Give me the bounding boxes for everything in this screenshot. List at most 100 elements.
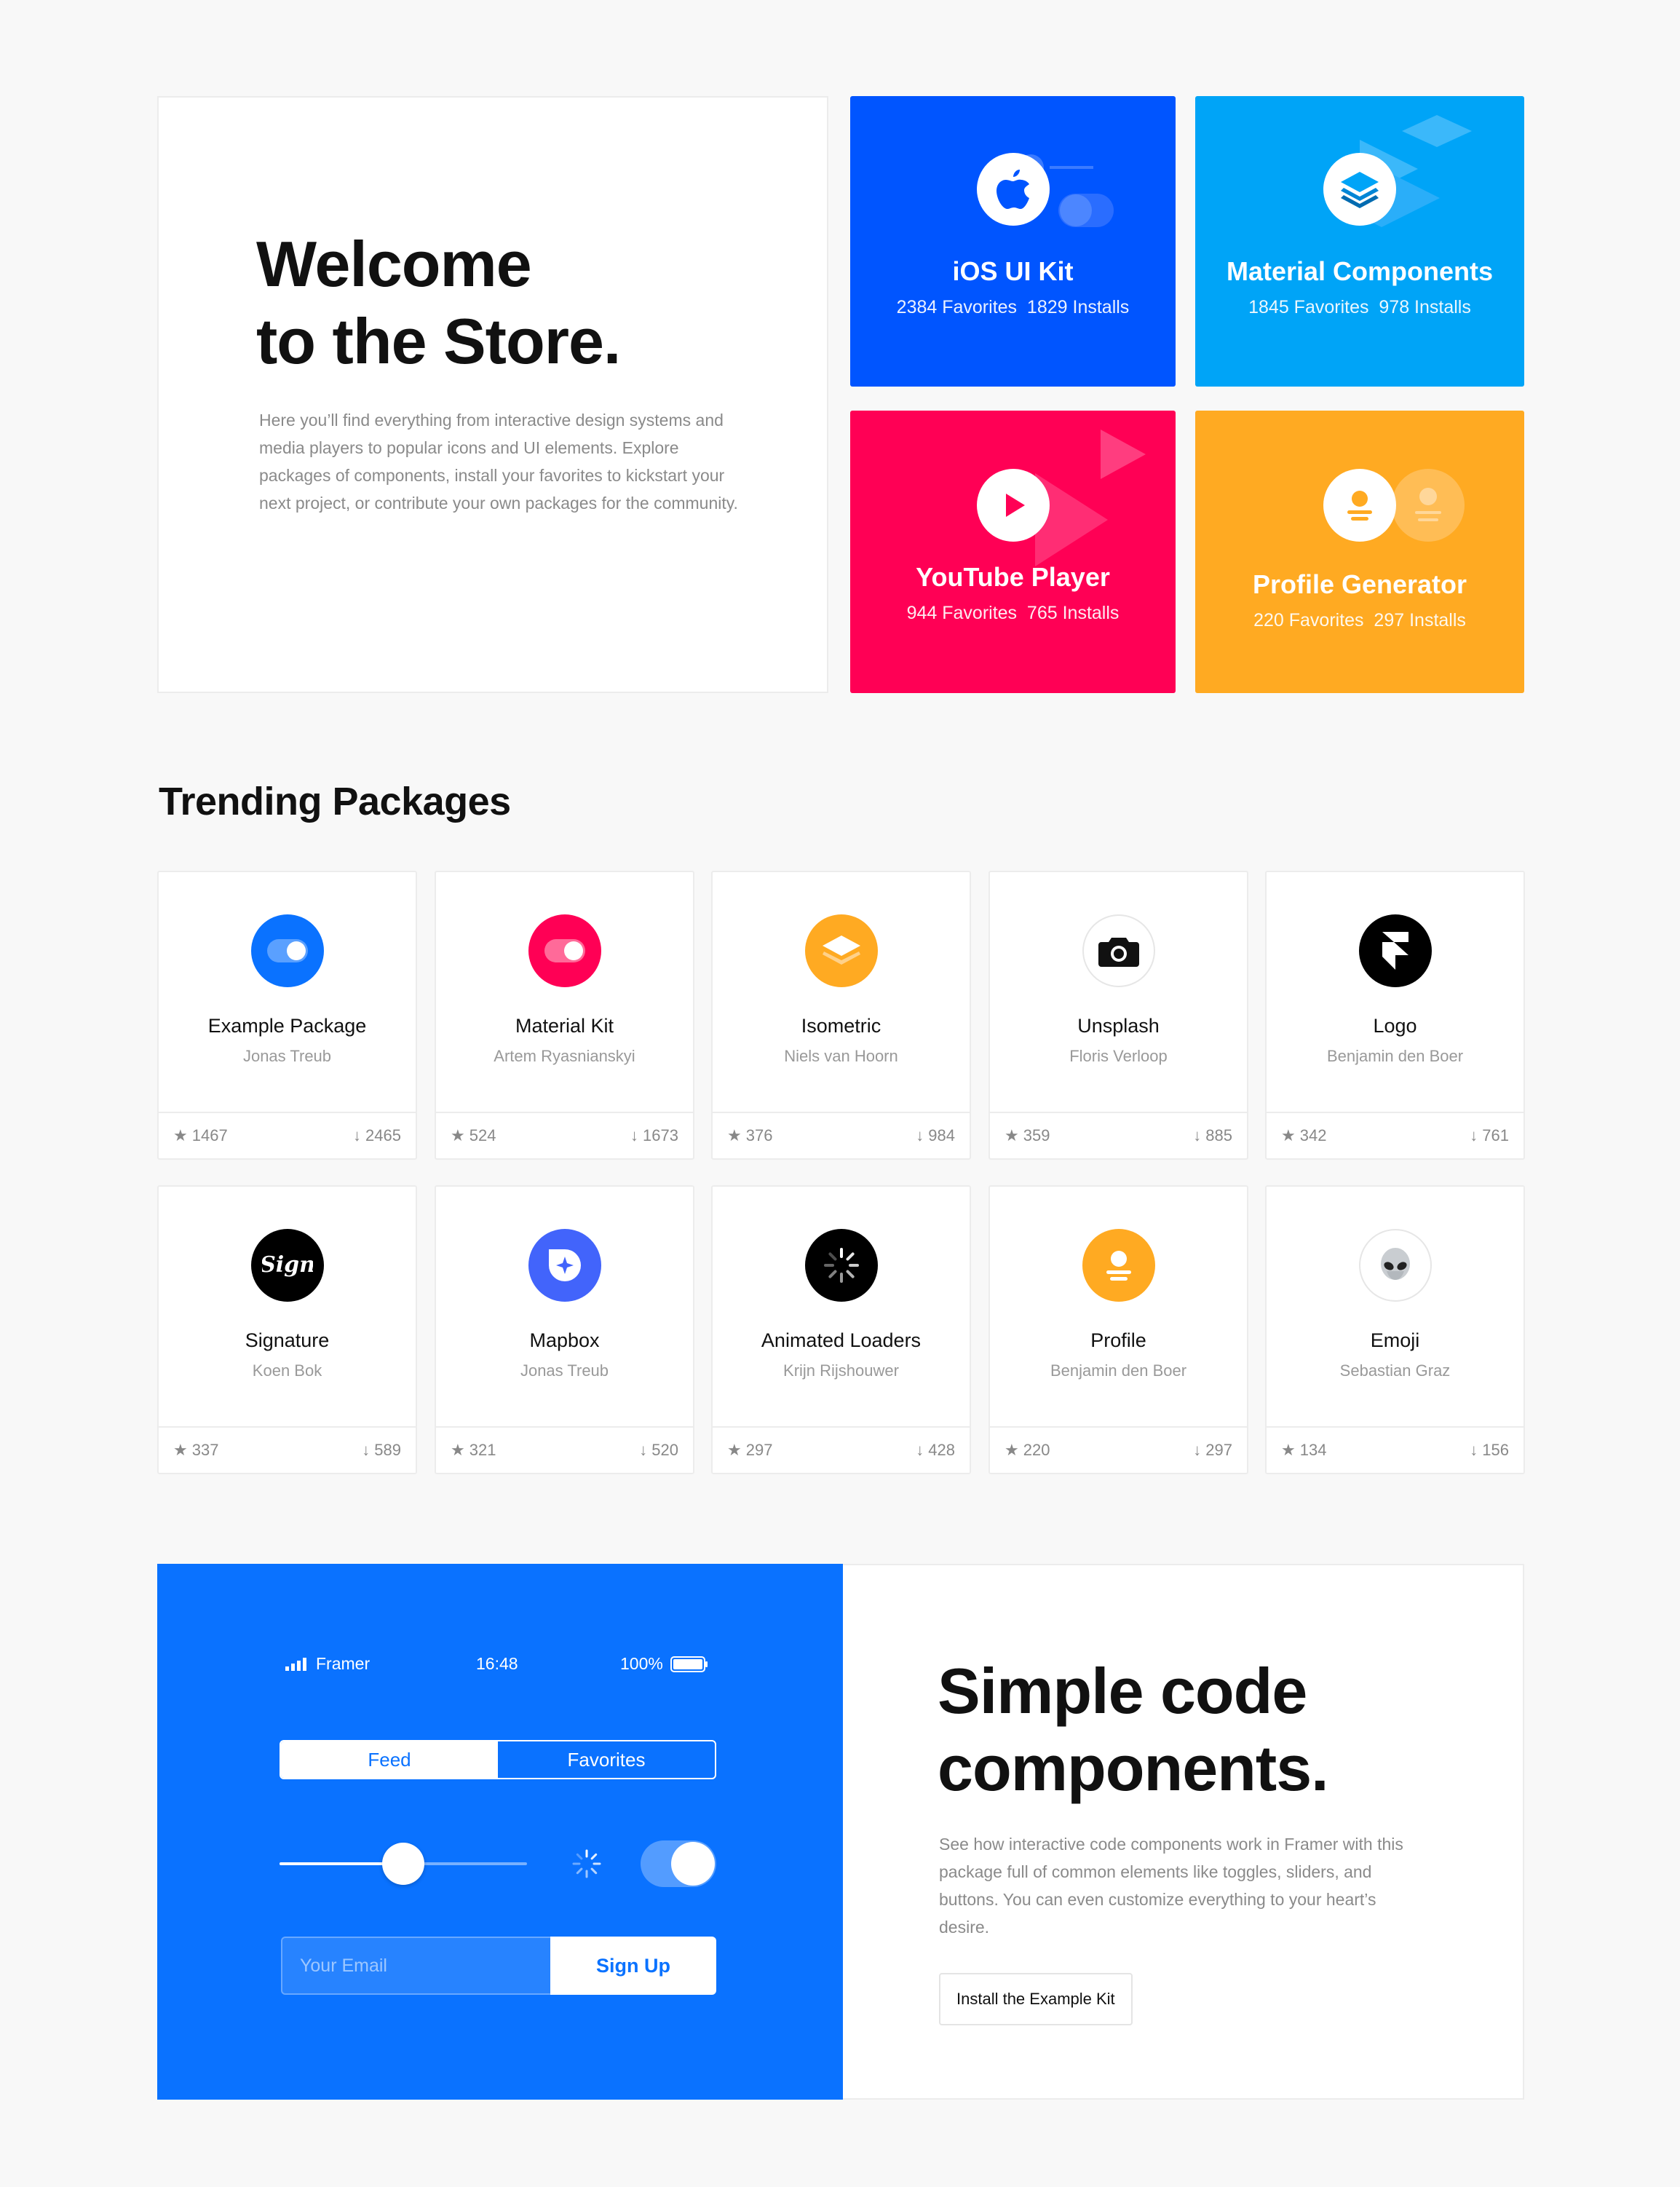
package-stats: ★ 220 ↓ 297 bbox=[990, 1426, 1247, 1473]
simple-title-line1: Simple code bbox=[938, 1655, 1307, 1727]
package-author: Benjamin den Boer bbox=[1326, 1047, 1464, 1065]
package-card[interactable]: Profile Benjamin den Boer ★ 220 ↓ 297 bbox=[988, 1185, 1248, 1474]
featured-card-youtube-player[interactable]: YouTube Player 944 Favorites 765 Install… bbox=[850, 411, 1176, 693]
installs-value: 761 bbox=[1482, 1126, 1509, 1144]
spinner-icon bbox=[572, 1849, 601, 1878]
download-arrow-icon: ↓ bbox=[1470, 1126, 1478, 1144]
package-card[interactable]: Mapbox Jonas Treub ★ 321 ↓ 520 bbox=[435, 1185, 694, 1474]
download-arrow-icon: ↓ bbox=[1193, 1441, 1202, 1459]
star-icon: ★ bbox=[1281, 1441, 1296, 1459]
package-name: Profile bbox=[1090, 1329, 1146, 1351]
favorites-count: ★ 359 bbox=[1005, 1126, 1050, 1145]
download-arrow-icon: ↓ bbox=[639, 1441, 648, 1459]
package-card[interactable]: Emoji Sebastian Graz ★ 134 ↓ 156 bbox=[1265, 1185, 1525, 1474]
download-arrow-icon: ↓ bbox=[362, 1441, 371, 1459]
favorites-value: 321 bbox=[469, 1441, 496, 1459]
favorites-value: 297 bbox=[745, 1441, 773, 1459]
favorites-value: 376 bbox=[745, 1126, 773, 1144]
favorites-count: ★ 337 bbox=[173, 1441, 218, 1460]
featured-title: Profile Generator bbox=[1252, 569, 1467, 599]
package-stats: ★ 134 ↓ 156 bbox=[1267, 1426, 1524, 1473]
segment-favorites[interactable]: Favorites bbox=[498, 1741, 715, 1778]
segment-feed[interactable]: Feed bbox=[281, 1741, 498, 1778]
featured-stats: 1845 Favorites 978 Installs bbox=[1248, 297, 1471, 317]
toggle-pattern-decoration bbox=[1017, 154, 1114, 227]
package-stats: ★ 297 ↓ 428 bbox=[713, 1426, 970, 1473]
installs-count: ↓ 984 bbox=[916, 1126, 955, 1145]
package-card[interactable]: Material Kit Artem Ryasnianskyi ★ 524 ↓ 16… bbox=[435, 871, 694, 1160]
installs-value: 156 bbox=[1482, 1441, 1509, 1459]
email-input[interactable] bbox=[281, 1937, 552, 1995]
featured-title: Material Components bbox=[1226, 256, 1494, 286]
installs-value: 589 bbox=[374, 1441, 401, 1459]
simple-title-line2: components. bbox=[938, 1732, 1329, 1804]
welcome-title-line2: to the Store. bbox=[256, 305, 621, 377]
status-bar-time: 16:48 bbox=[476, 1654, 518, 1673]
slider-knob[interactable] bbox=[382, 1843, 424, 1885]
welcome-title: Welcome to the Store. bbox=[256, 226, 621, 380]
apple-icon bbox=[976, 153, 1050, 226]
toggle-switch[interactable] bbox=[641, 1840, 716, 1887]
featured-stats: 2384 Favorites 1829 Installs bbox=[896, 297, 1130, 317]
package-name: Signature bbox=[245, 1329, 330, 1351]
toggle-icon bbox=[528, 914, 601, 987]
package-card[interactable]: Animated Loaders Krijn Rijshouwer ★ 297 ↓… bbox=[711, 1185, 971, 1474]
package-card[interactable]: Example Package Jonas Treub ★ 1467 ↓ 2465 bbox=[157, 871, 417, 1160]
package-card[interactable]: Isometric Niels van Hoorn ★ 376 ↓ 984 bbox=[711, 871, 971, 1160]
installs-value: 885 bbox=[1205, 1126, 1232, 1144]
package-stats: ★ 524 ↓ 1673 bbox=[436, 1112, 693, 1158]
package-name: Emoji bbox=[1370, 1329, 1420, 1351]
package-name: Animated Loaders bbox=[761, 1329, 922, 1351]
signal-icon bbox=[285, 1657, 306, 1671]
featured-title: iOS UI Kit bbox=[952, 256, 1074, 286]
package-stats: ★ 342 ↓ 761 bbox=[1267, 1112, 1524, 1158]
segmented-control: Feed Favorites bbox=[280, 1740, 716, 1779]
sign-up-button[interactable]: Sign Up bbox=[550, 1937, 716, 1995]
battery-percent: 100% bbox=[620, 1654, 663, 1673]
download-arrow-icon: ↓ bbox=[1193, 1126, 1202, 1144]
favorites-value: 1467 bbox=[191, 1126, 228, 1144]
package-card[interactable]: Logo Benjamin den Boer ★ 342 ↓ 761 bbox=[1265, 871, 1525, 1160]
package-card[interactable]: Unsplash Floris Verloop ★ 359 ↓ 885 bbox=[988, 871, 1248, 1160]
star-icon: ★ bbox=[1281, 1126, 1296, 1144]
featured-card-profile-generator[interactable]: Profile Generator 220 Favorites 297 Inst… bbox=[1195, 411, 1524, 693]
package-name: Example Package bbox=[207, 1015, 367, 1037]
installs-count: ↓ 2465 bbox=[353, 1126, 401, 1145]
mapbox-icon bbox=[528, 1229, 601, 1302]
favorites-value: 524 bbox=[469, 1126, 496, 1144]
play-icon bbox=[976, 469, 1050, 542]
installs-count: ↓ 297 bbox=[1193, 1441, 1232, 1460]
package-author: Sebastian Graz bbox=[1339, 1361, 1451, 1380]
favorites-count: ★ 524 bbox=[451, 1126, 496, 1145]
installs-count: ↓ 885 bbox=[1193, 1126, 1232, 1145]
installs-count: ↓ 589 bbox=[362, 1441, 401, 1460]
featured-card-material-components[interactable]: Material Components 1845 Favorites 978 I… bbox=[1195, 96, 1524, 387]
welcome-description: Here you’ll find everything from interac… bbox=[259, 411, 738, 513]
package-stats: ★ 1467 ↓ 2465 bbox=[159, 1112, 416, 1158]
simple-description: See how interactive code components work… bbox=[939, 1835, 1403, 1937]
camera-icon bbox=[1082, 914, 1155, 987]
download-arrow-icon: ↓ bbox=[353, 1126, 362, 1144]
favorites-count: ★ 220 bbox=[1005, 1441, 1050, 1460]
favorites-value: 134 bbox=[1299, 1441, 1327, 1459]
package-stats: ★ 321 ↓ 520 bbox=[436, 1426, 693, 1473]
favorites-value: 359 bbox=[1023, 1126, 1050, 1144]
toggle-knob bbox=[671, 1842, 715, 1886]
package-name: Isometric bbox=[801, 1015, 881, 1037]
toggle-icon bbox=[250, 914, 324, 987]
status-bar-carrier: Framer bbox=[285, 1654, 370, 1674]
simple-components-card: Simple code components. See how interact… bbox=[843, 1564, 1524, 2100]
simple-title: Simple code components. bbox=[938, 1653, 1329, 1807]
favorites-value: 342 bbox=[1299, 1126, 1327, 1144]
download-arrow-icon: ↓ bbox=[916, 1126, 924, 1144]
svg-text:Sign: Sign bbox=[262, 1252, 313, 1278]
installs-value: 520 bbox=[651, 1441, 678, 1459]
star-icon: ★ bbox=[451, 1126, 465, 1144]
install-example-kit-button[interactable]: Install the Example Kit bbox=[939, 1973, 1133, 2025]
star-icon: ★ bbox=[173, 1441, 188, 1459]
favorites-count: ★ 297 bbox=[727, 1441, 772, 1460]
component-demo-panel: Framer 16:48 100% Feed Favorites Sign Up bbox=[157, 1564, 843, 2100]
featured-card-ios-ui-kit[interactable]: iOS UI Kit 2384 Favorites 1829 Installs bbox=[850, 96, 1176, 387]
package-card[interactable]: Sign Signature Koen Bok ★ 337 ↓ 589 bbox=[157, 1185, 417, 1474]
star-icon: ★ bbox=[451, 1441, 465, 1459]
